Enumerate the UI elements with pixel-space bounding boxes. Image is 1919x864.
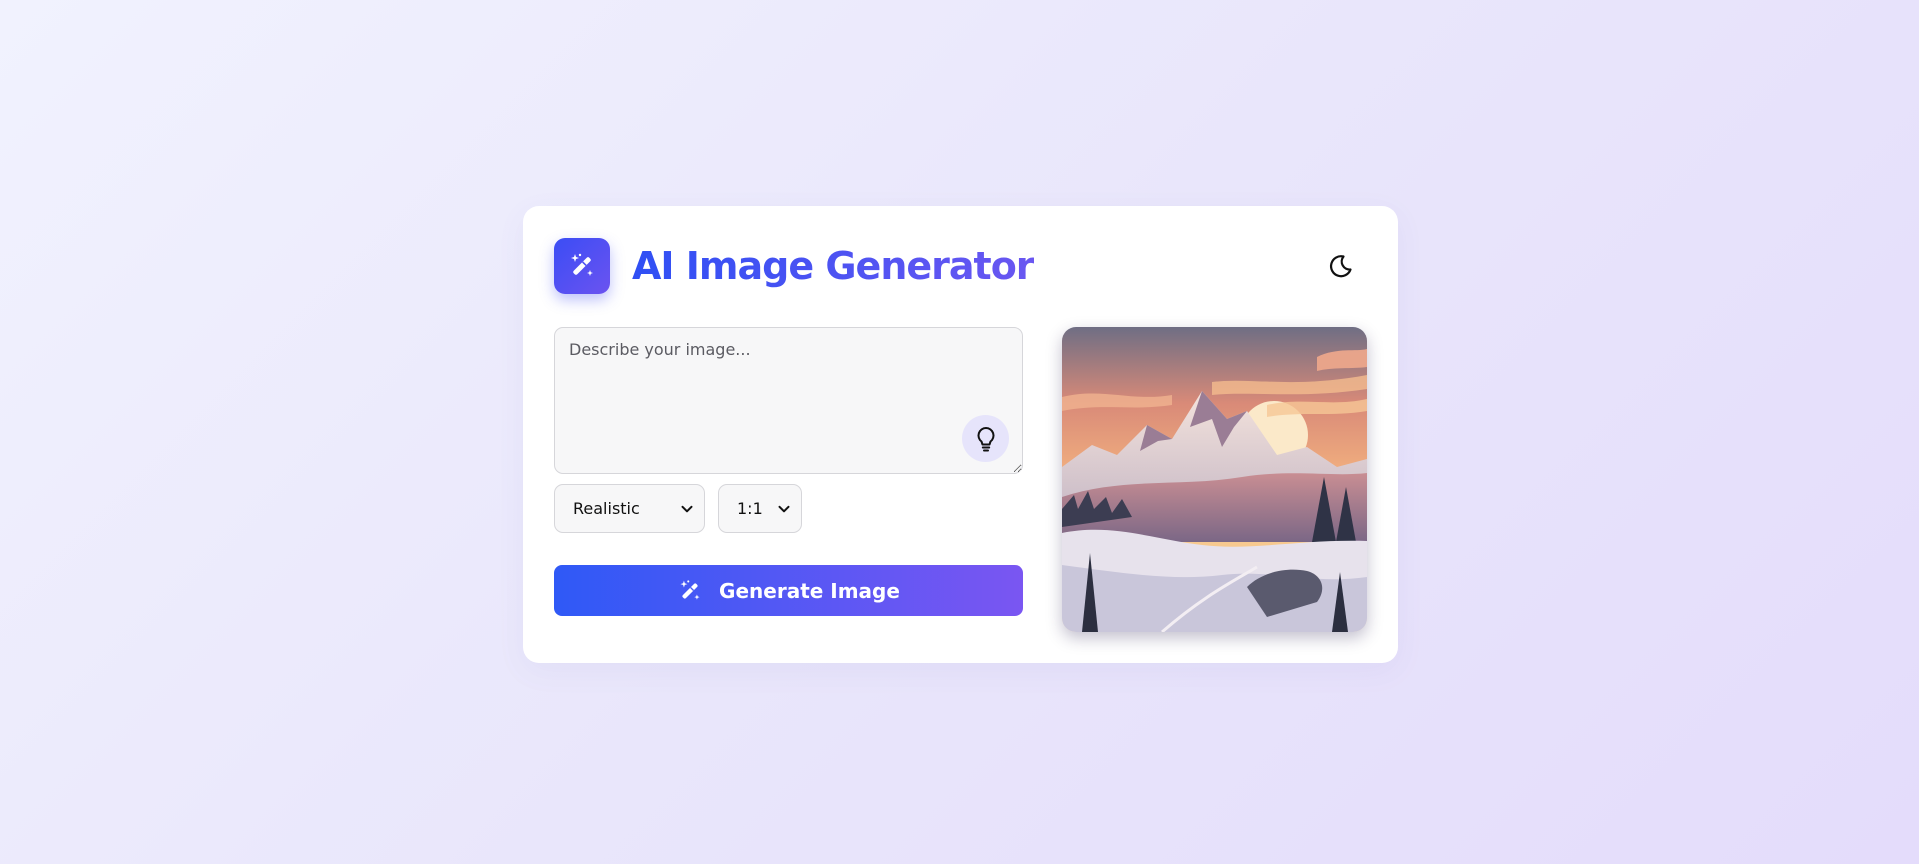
- magic-wand-icon: [571, 253, 593, 276]
- magic-wand-icon: [680, 579, 700, 600]
- aspect-ratio-select[interactable]: 1:1: [718, 484, 802, 533]
- app-logo: [554, 238, 610, 294]
- lightbulb-icon: [977, 426, 994, 451]
- moon-icon: [1329, 255, 1352, 278]
- generate-button-label: Generate Image: [719, 578, 900, 603]
- generator-card: AI Image Generator Realistic 1:1: [523, 206, 1398, 663]
- generate-image-button[interactable]: Generate Image: [554, 565, 1023, 616]
- aspect-ratio-select-value: 1:1: [737, 499, 763, 518]
- style-select[interactable]: Realistic: [554, 484, 705, 533]
- style-select-value: Realistic: [573, 499, 640, 518]
- chevron-down-icon: [778, 505, 790, 512]
- prompt-input[interactable]: [554, 327, 1023, 474]
- generated-image: [1062, 327, 1367, 632]
- theme-toggle-button[interactable]: [1323, 248, 1359, 284]
- prompt-container: [554, 327, 1023, 474]
- generated-image-preview: [1062, 327, 1367, 632]
- random-prompt-button[interactable]: [962, 415, 1009, 462]
- app-title: AI Image Generator: [632, 240, 1035, 292]
- chevron-down-icon: [681, 505, 693, 512]
